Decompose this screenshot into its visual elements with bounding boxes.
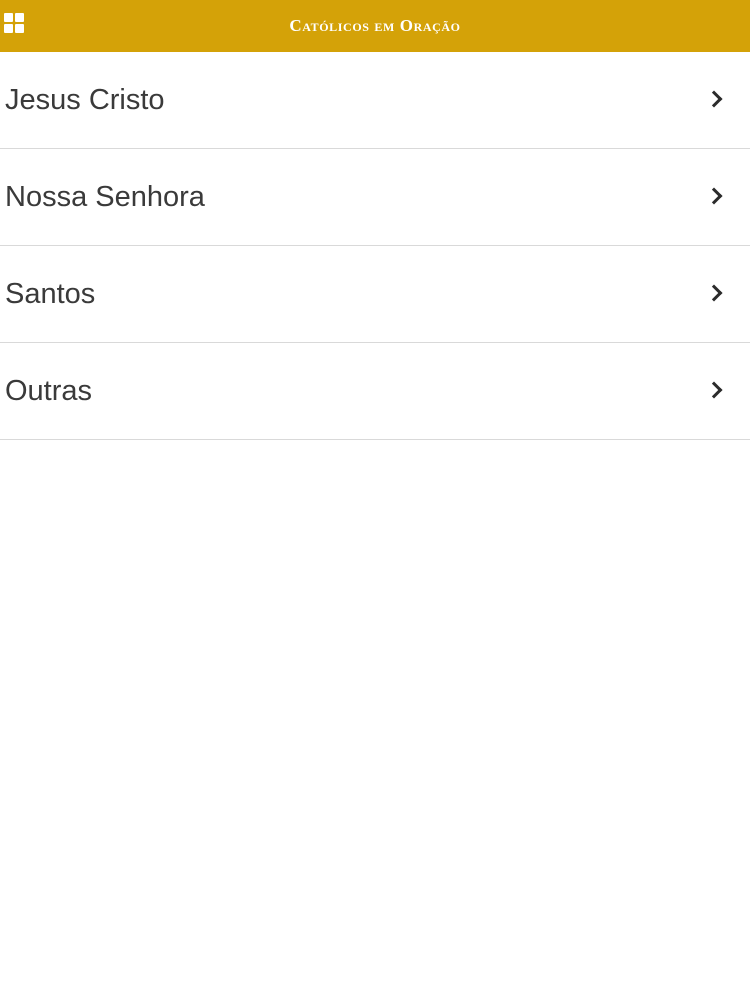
list-item-outras[interactable]: Outras bbox=[0, 343, 750, 440]
page-title: Católicos em Oração bbox=[289, 16, 461, 35]
chevron-right-icon bbox=[705, 187, 723, 205]
chevron-right-icon bbox=[705, 90, 723, 108]
list-item-nossa-senhora[interactable]: Nossa Senhora bbox=[0, 149, 750, 246]
chevron-right-icon bbox=[705, 381, 723, 399]
category-list: Jesus Cristo Nossa Senhora Santos Outras bbox=[0, 52, 750, 440]
list-item-jesus-cristo[interactable]: Jesus Cristo bbox=[0, 52, 750, 149]
chevron-right-icon bbox=[705, 284, 723, 302]
grid-icon bbox=[4, 13, 24, 33]
list-item-label: Santos bbox=[5, 277, 96, 310]
list-item-label: Jesus Cristo bbox=[5, 83, 165, 116]
top-bar: Católicos em Oração bbox=[0, 0, 750, 52]
list-item-label: Outras bbox=[5, 374, 93, 407]
list-item-label: Nossa Senhora bbox=[5, 180, 205, 213]
list-item-santos[interactable]: Santos bbox=[0, 246, 750, 343]
app-window: Católicos em Oração Jesus Cristo Nossa S… bbox=[0, 0, 750, 1000]
menu-button[interactable] bbox=[0, 0, 58, 52]
